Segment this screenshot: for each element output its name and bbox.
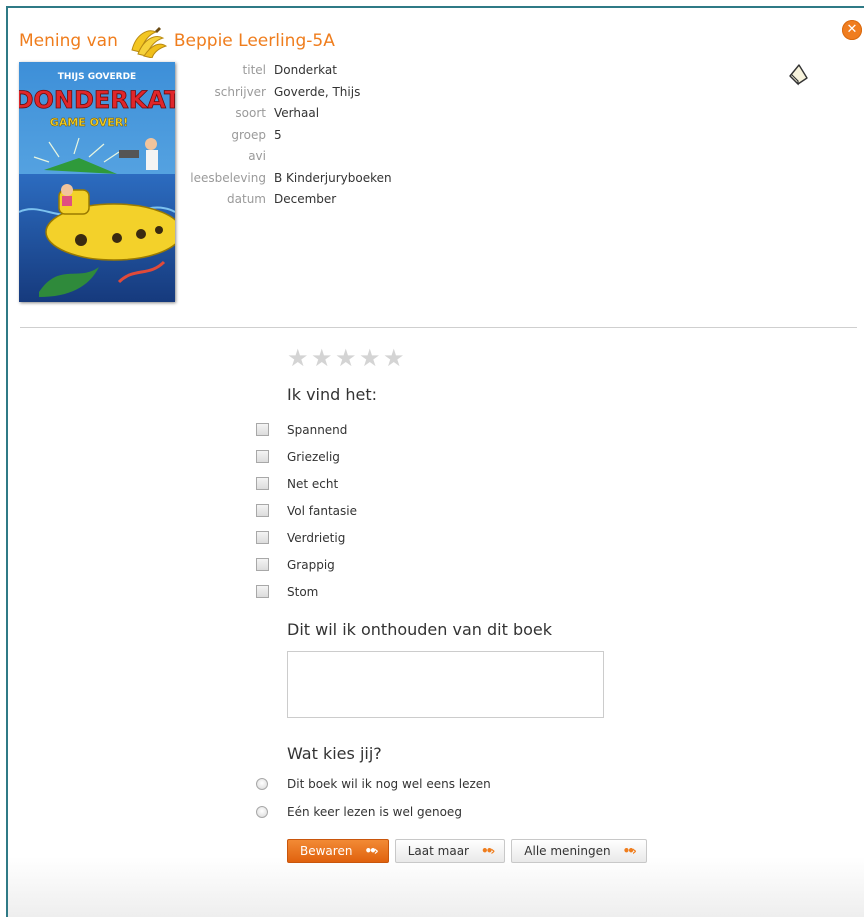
detail-value: Goverde, Thijs bbox=[274, 84, 361, 99]
feeling-option[interactable]: Grappig bbox=[256, 551, 357, 578]
section-divider bbox=[20, 327, 857, 328]
detail-row: avi bbox=[175, 146, 475, 168]
choice-option[interactable]: Dit boek wil ik nog wel eens lezen bbox=[256, 770, 491, 798]
all-opinions-label: Alle meningen bbox=[524, 844, 611, 858]
choice-option[interactable]: Eén keer lezen is wel genoeg bbox=[256, 798, 491, 826]
feeling-option[interactable]: Net echt bbox=[256, 470, 357, 497]
detail-value: Verhaal bbox=[274, 106, 320, 120]
cover-subtitle: GAME OVER! bbox=[50, 116, 128, 129]
detail-label: schrijver bbox=[214, 84, 266, 99]
checkbox[interactable] bbox=[256, 450, 269, 463]
detail-value: Donderkat bbox=[274, 63, 337, 77]
checkbox[interactable] bbox=[256, 423, 269, 436]
star-rating[interactable]: ★ ★ ★ ★ ★ bbox=[287, 344, 407, 372]
radio-button[interactable] bbox=[256, 806, 268, 818]
checkbox[interactable] bbox=[256, 531, 269, 544]
star-icon[interactable]: ★ bbox=[335, 344, 359, 372]
detail-label: datum bbox=[227, 192, 266, 206]
cancel-button[interactable]: Laat maar ••› bbox=[394, 839, 506, 863]
close-icon[interactable]: ✕ bbox=[842, 20, 862, 40]
checkbox[interactable] bbox=[256, 477, 269, 490]
choice-options: Dit boek wil ik nog wel eens lezen Eén k… bbox=[256, 770, 491, 826]
action-buttons: Bewaren ••› Laat maar ••› Alle meningen … bbox=[287, 839, 647, 863]
star-icon[interactable]: ★ bbox=[359, 344, 383, 372]
feeling-option[interactable]: Griezelig bbox=[256, 443, 357, 470]
choice-heading: Wat kies jij? bbox=[287, 744, 382, 763]
detail-value: 5 bbox=[274, 127, 282, 142]
feeling-label: Verdrietig bbox=[287, 530, 346, 545]
cover-title: DONDERKAT bbox=[19, 86, 175, 114]
detail-label: groep bbox=[231, 127, 266, 142]
feeling-label: Stom bbox=[287, 584, 319, 599]
all-opinions-button[interactable]: Alle meningen ••› bbox=[511, 839, 647, 863]
star-icon[interactable]: ★ bbox=[383, 344, 407, 372]
arrow-icon: ••› bbox=[481, 844, 495, 858]
choice-label: Dit boek wil ik nog wel eens lezen bbox=[287, 777, 491, 791]
detail-row: datum December bbox=[175, 189, 475, 211]
save-label: Bewaren bbox=[300, 844, 353, 858]
feeling-label: Griezelig bbox=[287, 449, 340, 464]
book-icon[interactable] bbox=[787, 62, 809, 86]
detail-label: leesbeleving bbox=[190, 170, 266, 185]
star-icon[interactable]: ★ bbox=[311, 344, 335, 372]
detail-label: titel bbox=[242, 63, 266, 77]
cover-author: THIJS GOVERDE bbox=[58, 72, 136, 82]
radio-button[interactable] bbox=[256, 778, 268, 790]
arrow-icon: ••› bbox=[622, 844, 637, 858]
student-name: Beppie Leerling-5A bbox=[173, 31, 335, 51]
feeling-label: Spannend bbox=[287, 422, 348, 437]
header-title: Mening van bbox=[19, 31, 118, 51]
feeling-label: Net echt bbox=[287, 476, 339, 491]
detail-row: leesbeleving B Kinderjuryboeken bbox=[175, 168, 475, 190]
detail-row: soort Verhaal bbox=[175, 103, 475, 125]
save-button[interactable]: Bewaren ••› bbox=[287, 839, 389, 863]
star-icon[interactable]: ★ bbox=[287, 344, 311, 372]
banana-icon bbox=[131, 27, 167, 58]
feeling-option[interactable]: Stom bbox=[256, 578, 357, 605]
remember-textarea[interactable] bbox=[287, 651, 604, 718]
dialog-header: Mening van Beppie Leerling-5A bbox=[19, 27, 335, 58]
feelings-options: Spannend Griezelig Net echt Vol fantasie… bbox=[256, 416, 357, 605]
feeling-option[interactable]: Spannend bbox=[256, 416, 357, 443]
feeling-label: Vol fantasie bbox=[287, 503, 357, 518]
feelings-heading: Ik vind het: bbox=[287, 385, 378, 404]
cancel-label: Laat maar bbox=[407, 844, 469, 858]
remember-heading: Dit wil ik onthouden van dit boek bbox=[287, 620, 552, 639]
detail-row: titel Donderkat bbox=[175, 60, 475, 82]
feeling-label: Grappig bbox=[287, 557, 335, 572]
arrow-icon: ••› bbox=[364, 844, 378, 858]
checkbox[interactable] bbox=[256, 558, 269, 571]
detail-row: schrijver Goverde, Thijs bbox=[175, 82, 475, 104]
detail-value: B Kinderjuryboeken bbox=[274, 170, 392, 185]
feeling-option[interactable]: Verdrietig bbox=[256, 524, 357, 551]
detail-label: soort bbox=[235, 106, 266, 120]
checkbox[interactable] bbox=[256, 585, 269, 598]
book-details: titel Donderkat schrijver Goverde, Thijs… bbox=[175, 60, 475, 211]
feeling-option[interactable]: Vol fantasie bbox=[256, 497, 357, 524]
checkbox[interactable] bbox=[256, 504, 269, 517]
book-cover: THIJS GOVERDE DONDERKAT GAME OVER! bbox=[19, 62, 175, 302]
choice-label: Eén keer lezen is wel genoeg bbox=[287, 805, 462, 819]
detail-value: December bbox=[274, 192, 337, 206]
detail-row: groep 5 bbox=[175, 125, 475, 147]
detail-label: avi bbox=[248, 149, 266, 163]
